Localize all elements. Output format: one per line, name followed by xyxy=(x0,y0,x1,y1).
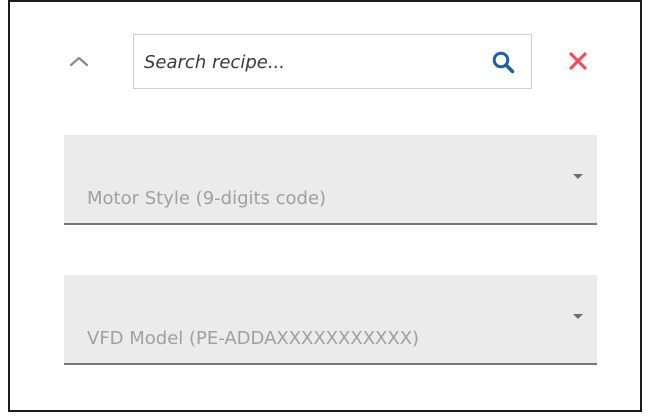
collapse-button[interactable] xyxy=(66,50,92,72)
caret-down-icon xyxy=(573,174,583,179)
close-button[interactable] xyxy=(566,49,590,73)
search-icon xyxy=(492,51,515,74)
close-icon xyxy=(569,52,587,70)
search-button[interactable] xyxy=(489,48,517,76)
chevron-up-icon xyxy=(69,56,89,67)
vfd-model-dropdown[interactable]: VFD Model (PE-ADDAXXXXXXXXXXX) xyxy=(64,275,597,365)
motor-style-label: Motor Style (9-digits code) xyxy=(87,188,327,209)
motor-style-dropdown[interactable]: Motor Style (9-digits code) xyxy=(64,135,597,225)
caret-down-icon xyxy=(573,314,583,319)
search-box xyxy=(133,34,532,90)
search-input[interactable] xyxy=(142,35,476,90)
vfd-model-label: VFD Model (PE-ADDAXXXXXXXXXXX) xyxy=(87,328,420,349)
